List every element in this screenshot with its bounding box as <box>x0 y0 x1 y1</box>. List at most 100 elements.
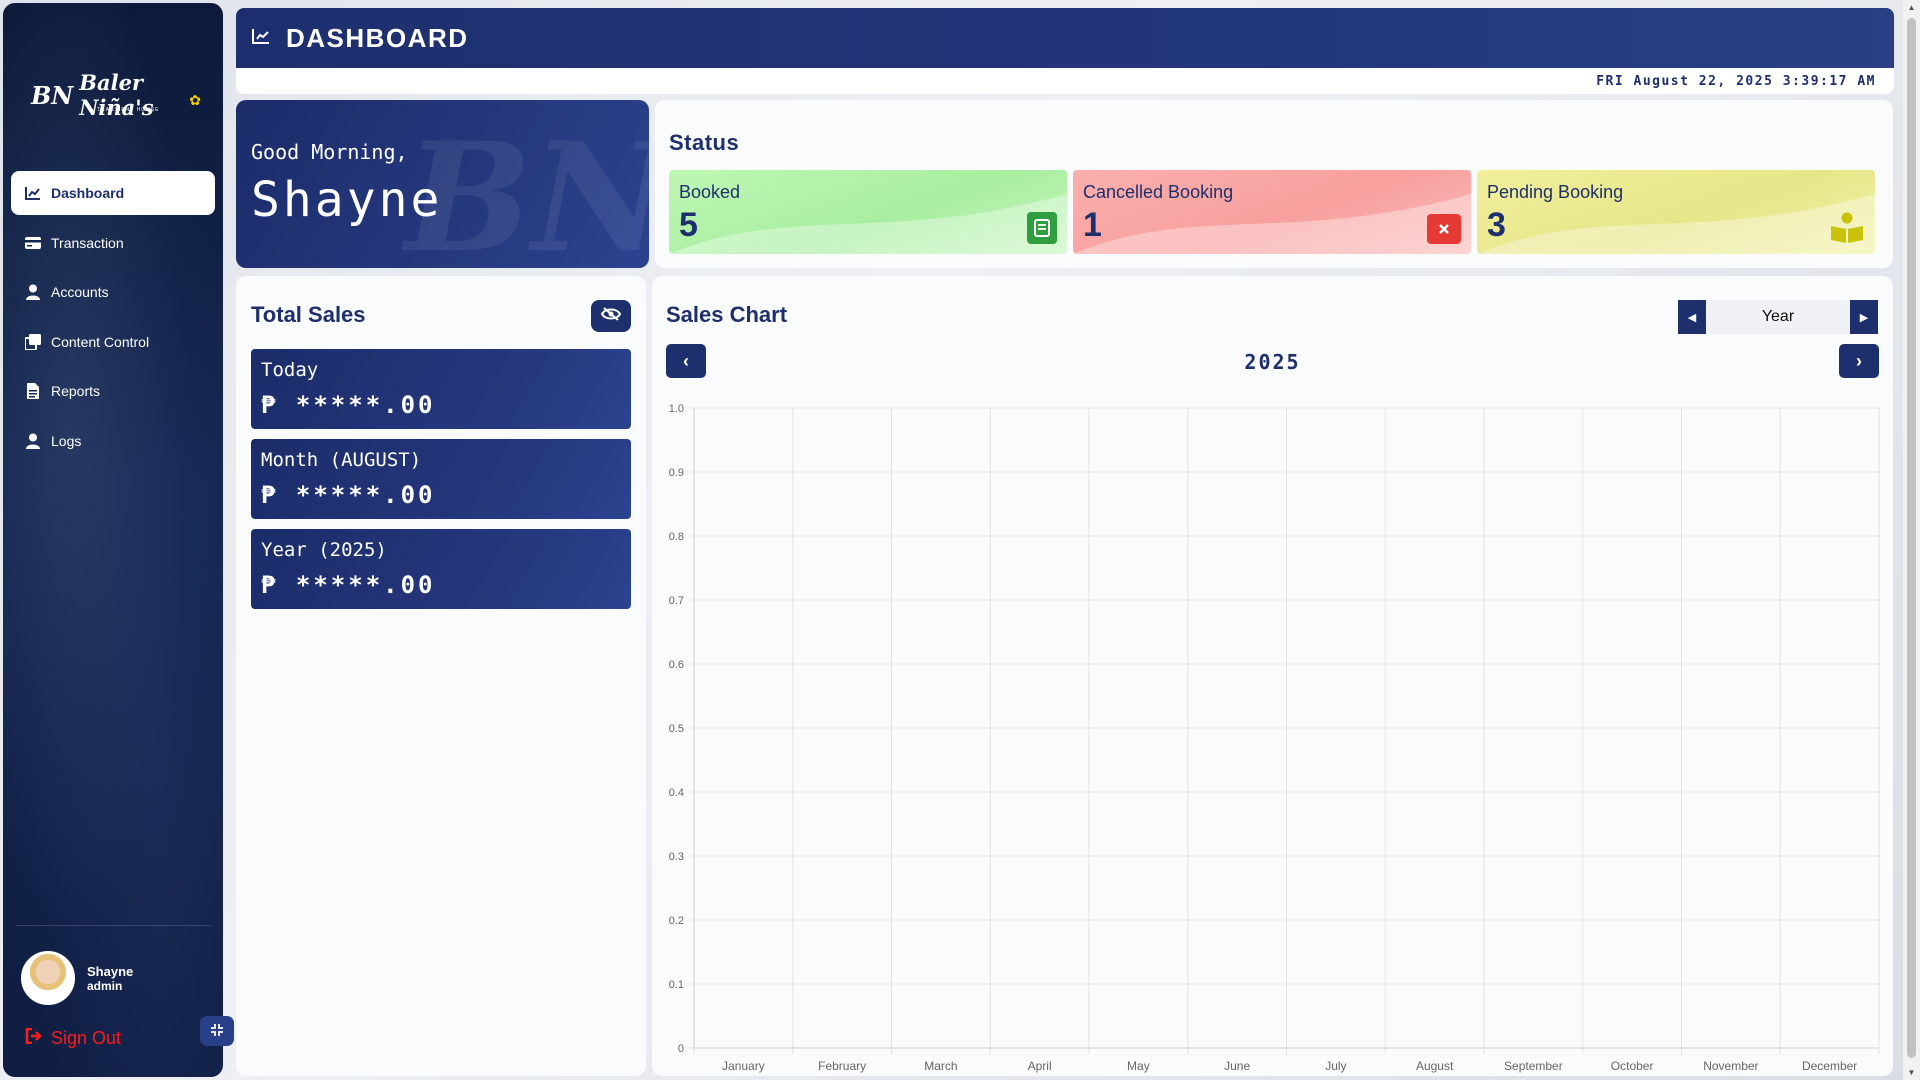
sales-today-amount: ₱ *****.00 <box>261 391 436 419</box>
sidebar-divider <box>15 925 211 926</box>
sales-month-label: Month (AUGUST) <box>261 449 422 471</box>
avatar <box>21 951 75 1005</box>
greeting-name: Shayne <box>251 172 443 228</box>
book-icon <box>1027 212 1057 244</box>
booked-card[interactable]: Booked 5 <box>669 170 1067 254</box>
sidebar-item-label: Accounts <box>51 284 109 300</box>
cancelled-booking-card[interactable]: Cancelled Booking 1 <box>1073 170 1471 254</box>
x-tick-label: February <box>818 1059 866 1073</box>
sidebar: BN Baler Niña's ✿ TRANSIENT HOUSE Dashbo… <box>3 3 223 1077</box>
collapse-sidebar-button[interactable] <box>200 1016 234 1046</box>
y-tick-label: 0.4 <box>669 787 684 799</box>
x-tick-label: March <box>924 1059 957 1073</box>
sidebar-item-label: Reports <box>51 383 101 399</box>
sidebar-item-label: Transaction <box>51 234 124 251</box>
datetime-bar: FRI August 22, 2025 3:39:17 AM <box>236 68 1894 94</box>
close-icon <box>1427 214 1461 244</box>
y-tick-label: 0.2 <box>669 915 684 927</box>
scroll-up-icon[interactable]: ▲ <box>1907 3 1916 12</box>
x-tick-label: January <box>722 1059 765 1073</box>
x-tick-label: July <box>1325 1059 1346 1073</box>
wave-decoration <box>1073 194 1471 254</box>
user-icon <box>25 433 41 449</box>
x-tick-label: April <box>1028 1059 1052 1073</box>
sidebar-item-reports[interactable]: Reports <box>11 369 215 413</box>
sales-chart: 0 0.1 0.2 0.3 0.4 0.5 0.6 0.7 0.8 0.9 1.0 January Fe… <box>669 403 1880 1073</box>
sidebar-nav: Dashboard Transaction Accounts Content C… <box>11 171 215 468</box>
x-tick-label: October <box>1611 1059 1654 1073</box>
sales-today-card: Today ₱ *****.00 <box>251 349 631 429</box>
y-tick-label: 0.6 <box>669 659 684 671</box>
page-scrollbar[interactable]: ▲ ▼ <box>1903 0 1920 1080</box>
reading-book-icon <box>1829 212 1865 244</box>
booked-label: Booked <box>679 182 741 202</box>
pending-booking-card[interactable]: Pending Booking 3 <box>1477 170 1875 254</box>
chart-line-icon <box>252 28 270 49</box>
cancelled-label: Cancelled Booking <box>1083 182 1234 202</box>
profile-name: Shayne <box>87 963 134 979</box>
status-title: Status <box>669 130 740 155</box>
logo-subtitle: TRANSIENT HOUSE <box>97 107 160 113</box>
y-tick-label: 0 <box>678 1043 684 1055</box>
eye-slash-icon <box>600 306 622 326</box>
sales-today-label: Today <box>261 359 319 381</box>
x-tick-label: June <box>1224 1059 1250 1073</box>
sales-chart-panel: Sales Chart ◀ Year ▶ 2025 ‹ › 0 0.1 0.2 0.3… <box>652 276 1893 1076</box>
y-tick-label: 0.8 <box>669 531 684 543</box>
profile-role: admin <box>87 978 123 993</box>
sales-year-card: Year (2025) ₱ *****.00 <box>251 529 631 609</box>
page-header: DASHBOARD <box>236 8 1894 68</box>
x-tick-label: November <box>1703 1059 1758 1073</box>
sidebar-item-label: Logs <box>51 432 82 449</box>
x-tick-label: May <box>1127 1059 1150 1073</box>
chart-line-icon <box>25 185 41 201</box>
wave-decoration <box>1477 194 1875 254</box>
x-tick-label: December <box>1802 1059 1857 1073</box>
y-tick-label: 0.3 <box>669 851 684 863</box>
y-tick-label: 0.5 <box>669 723 684 735</box>
scroll-down-icon[interactable]: ▼ <box>1907 1068 1916 1077</box>
card-icon <box>25 235 41 251</box>
brand-logo[interactable]: BN Baler Niña's ✿ TRANSIENT HOUSE <box>31 70 201 120</box>
pending-count: 3 <box>1487 206 1506 244</box>
sidebar-item-dashboard[interactable]: Dashboard <box>11 171 215 215</box>
total-sales-panel: Total Sales Today ₱ *****.00 Month (AUGU… <box>236 276 646 1076</box>
page-title: DASHBOARD <box>286 22 469 53</box>
sidebar-item-logs[interactable]: Logs <box>11 419 215 463</box>
sidebar-item-label: Content Control <box>51 333 150 350</box>
sales-year-label: Year (2025) <box>261 539 387 561</box>
document-icon <box>25 383 41 399</box>
sign-out-label: Sign Out <box>51 1028 122 1048</box>
sidebar-item-content-control[interactable]: Content Control <box>11 320 215 364</box>
user-icon <box>25 284 41 300</box>
greeting-salutation: Good Morning, <box>251 140 408 164</box>
sales-month-amount: ₱ *****.00 <box>261 481 436 509</box>
sign-out-button[interactable]: Sign Out <box>25 1027 122 1049</box>
sidebar-item-label: Dashboard <box>51 185 125 201</box>
y-tick-label: 0.7 <box>669 595 684 607</box>
scroll-thumb[interactable] <box>1907 18 1916 1058</box>
sales-month-card: Month (AUGUST) ₱ *****.00 <box>251 439 631 519</box>
user-profile[interactable]: Shayne admin <box>21 951 133 1005</box>
greeting-card: BN Good Morning, Shayne <box>236 100 649 268</box>
sales-year-amount: ₱ *****.00 <box>261 571 436 599</box>
y-tick-label: 0.9 <box>669 467 684 479</box>
sidebar-item-accounts[interactable]: Accounts <box>11 270 215 314</box>
flower-icon: ✿ <box>189 91 201 108</box>
x-tick-label: August <box>1416 1059 1454 1073</box>
sidebar-item-transaction[interactable]: Transaction <box>11 221 215 265</box>
y-tick-label: 0.1 <box>669 979 684 991</box>
booked-count: 5 <box>679 206 698 244</box>
compress-icon <box>211 1023 223 1039</box>
wave-decoration <box>669 194 1067 254</box>
datetime-text: FRI August 22, 2025 3:39:17 AM <box>1596 73 1876 89</box>
cancelled-count: 1 <box>1083 206 1102 244</box>
x-tick-label: September <box>1504 1059 1563 1073</box>
copy-icon <box>25 333 41 350</box>
y-tick-label: 1.0 <box>669 403 684 415</box>
status-panel: Status Booked 5 Cancelled Booking 1 Pend… <box>655 100 1893 268</box>
pending-label: Pending Booking <box>1487 182 1624 202</box>
total-sales-title: Total Sales <box>251 302 366 327</box>
toggle-visibility-button[interactable] <box>591 300 631 332</box>
logo-mark: BN <box>31 80 74 110</box>
